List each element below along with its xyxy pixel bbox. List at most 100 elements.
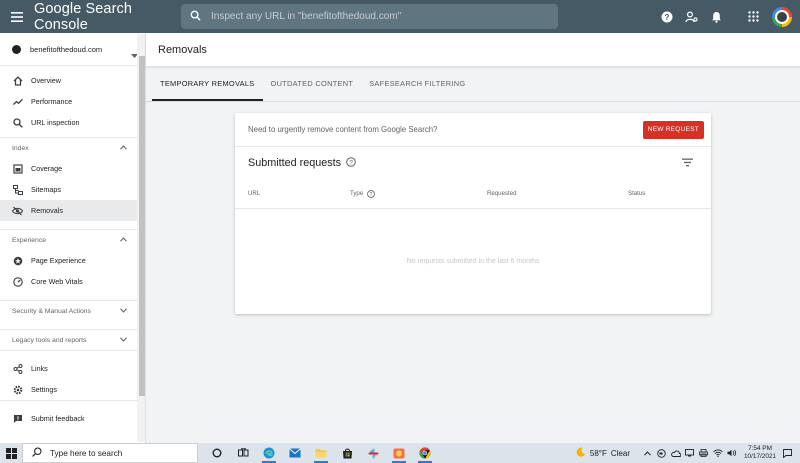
slack-icon[interactable] [360, 443, 386, 463]
sidebar-item-sitemaps[interactable]: Sitemaps [0, 179, 145, 200]
wifi-icon[interactable] [711, 443, 724, 463]
svg-text:?: ? [664, 13, 669, 22]
gear-icon [12, 384, 23, 395]
svg-text:?: ? [349, 159, 353, 166]
sidebar-item-removals[interactable]: Removals [0, 200, 145, 221]
property-selector[interactable]: benefitofthedoud.com [0, 33, 145, 66]
property-name: benefitofthedoud.com [30, 44, 103, 54]
file-explorer-icon[interactable] [308, 443, 334, 463]
column-status[interactable]: Status [628, 190, 645, 197]
volume-icon[interactable] [725, 443, 738, 463]
speed-gauge-icon [12, 276, 23, 287]
taskbar-search-box[interactable]: Type here to search [22, 443, 198, 463]
moon-icon [576, 447, 586, 459]
section-label: Experience [12, 236, 47, 244]
removals-card: Need to urgently remove content from Goo… [235, 113, 711, 314]
sidebar-item-label: Removals [31, 206, 63, 215]
search-icon [12, 117, 23, 128]
apps-grid-icon[interactable] [741, 4, 766, 29]
sidebar-item-overview[interactable]: Overview [0, 70, 145, 91]
notifications-bell-icon[interactable] [704, 4, 729, 29]
photos-app-icon[interactable] [386, 443, 412, 463]
tab-temporary-removals[interactable]: TEMPORARY REMOVALS [152, 67, 263, 101]
search-icon [32, 447, 42, 459]
task-view-icon[interactable] [230, 443, 256, 463]
column-type-label: Type [350, 190, 364, 197]
sidebar-item-links[interactable]: Links [0, 358, 145, 379]
windows-start-icon[interactable] [0, 443, 22, 463]
search-icon [190, 8, 201, 26]
sidebar-item-submit-feedback[interactable]: Submit feedback [0, 408, 145, 429]
sidebar-item-label: Links [31, 364, 48, 373]
chevron-up-icon [120, 236, 127, 244]
sidebar-item-label: URL inspection [31, 118, 80, 127]
mail-icon[interactable] [282, 443, 308, 463]
sidebar-item-page-experience[interactable]: Page Experience [0, 250, 145, 271]
microsoft-store-icon[interactable] [334, 443, 360, 463]
sidebar-nav: benefitofthedoud.com Overview Performanc… [0, 33, 146, 443]
sidebar-section-security[interactable]: Security & Manual Actions [0, 300, 145, 321]
sidebar-item-label: Submit feedback [31, 414, 85, 423]
filter-list-icon[interactable] [682, 154, 693, 172]
hamburger-menu-icon[interactable] [0, 0, 34, 33]
clock-date: 10/17/2021 [744, 453, 776, 460]
new-request-button[interactable]: NEW REQUEST [642, 120, 704, 139]
printer-icon[interactable] [697, 443, 710, 463]
sidebar-item-performance[interactable]: Performance [0, 91, 145, 112]
section-label: Index [12, 144, 29, 152]
tab-outdated-content[interactable]: OUTDATED CONTENT [263, 67, 362, 101]
onedrive-icon[interactable] [669, 443, 682, 463]
sidebar-item-core-web-vitals[interactable]: Core Web Vitals [0, 271, 145, 292]
sidebar-scrollbar-thumb[interactable] [139, 56, 145, 396]
sidebar-item-coverage[interactable]: Coverage [0, 158, 145, 179]
sidebar-item-url-inspection[interactable]: URL inspection [0, 112, 145, 133]
clock-time: 7:54 PM [748, 445, 772, 452]
help-icon[interactable]: ? [346, 156, 356, 170]
removal-tabs: TEMPORARY REMOVALS OUTDATED CONTENT SAFE… [146, 67, 800, 102]
notification-center-icon[interactable] [781, 443, 794, 463]
edge-browser-icon[interactable] [256, 443, 282, 463]
chrome-icon[interactable] [412, 443, 438, 463]
chevron-up-icon[interactable] [641, 443, 654, 463]
chevron-down-icon [120, 336, 127, 344]
account-avatar[interactable] [772, 6, 792, 27]
sidebar-item-label: Settings [31, 385, 57, 394]
sidebar-section-index[interactable]: Index [0, 137, 145, 158]
requests-table-header: URL Type ? Requested Status [235, 179, 711, 209]
display-icon[interactable] [683, 443, 696, 463]
sidebar-section-experience[interactable]: Experience [0, 229, 145, 250]
search-input[interactable] [211, 11, 531, 22]
tab-safesearch-filtering[interactable]: SAFESEARCH FILTERING [361, 67, 473, 101]
help-icon[interactable]: ? [367, 189, 376, 198]
top-app-bar: Google Search Console ? [0, 0, 800, 33]
sidebar-section-legacy[interactable]: Legacy tools and reports [0, 329, 145, 350]
meet-now-icon[interactable] [655, 443, 668, 463]
empty-state-message: No requests submitted in the last 6 mont… [406, 257, 540, 265]
sidebar-item-settings[interactable]: Settings [0, 379, 145, 400]
urgent-removal-prompt: Need to urgently remove content from Goo… [248, 125, 438, 134]
section-label: Legacy tools and reports [12, 336, 87, 344]
url-inspection-search[interactable] [181, 4, 558, 29]
cortana-icon[interactable] [204, 443, 230, 463]
help-icon[interactable]: ? [654, 4, 679, 29]
column-requested[interactable]: Requested [487, 190, 516, 197]
weather-condition: Clear [610, 448, 630, 458]
home-icon [12, 75, 23, 86]
sitemap-icon [12, 184, 23, 195]
links-icon [12, 363, 23, 374]
column-url[interactable]: URL [248, 190, 260, 197]
sidebar-item-label: Performance [31, 97, 73, 106]
sidebar-item-label: Core Web Vitals [31, 277, 83, 286]
page-title: Removals [146, 33, 800, 67]
app-title[interactable]: Google Search Console [34, 1, 181, 33]
sidebar-item-label: Overview [31, 76, 61, 85]
visibility-off-icon [12, 205, 23, 216]
windows-taskbar: Type here to search 58°F Clear 7:54 PM 1… [0, 443, 800, 463]
system-clock[interactable]: 7:54 PM 10/17/2021 [744, 445, 776, 461]
manage-users-icon[interactable] [679, 4, 704, 29]
weather-widget[interactable]: 58°F Clear [576, 447, 630, 459]
coverage-icon [12, 163, 23, 174]
svg-text:?: ? [370, 191, 373, 197]
trending-up-icon [12, 96, 23, 107]
column-type[interactable]: Type ? [350, 189, 376, 198]
